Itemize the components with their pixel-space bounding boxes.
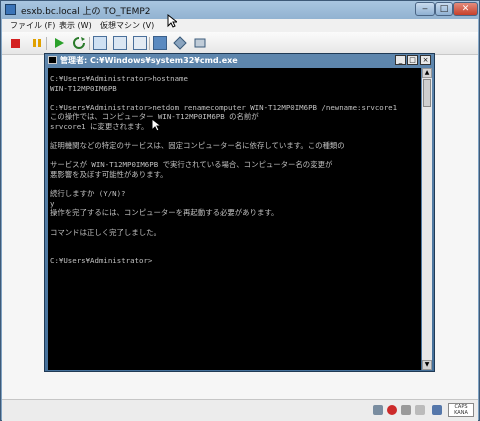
menu-view[interactable]: 表示 (W): [59, 20, 92, 31]
cmd-icon: [48, 56, 57, 64]
console-line: WIN-T12MP0IM6PB: [50, 83, 117, 93]
console-lines: C:¥Users¥Administrator>hostname WIN-T12MP…: [50, 74, 397, 266]
scroll-up-arrow-icon[interactable]: ▲: [422, 68, 432, 78]
console-line: 悪影響を及ぼす可能性があります。: [50, 169, 168, 179]
menu-bar: ファイル (F) 表示 (W) 仮想マシン (V): [2, 19, 478, 33]
vertical-scrollbar[interactable]: ▲ ▼: [422, 68, 432, 370]
console-line: C:¥Users¥Administrator>netdom renamecomp…: [50, 102, 398, 112]
reset-icon[interactable]: [72, 36, 86, 50]
play-icon[interactable]: [52, 36, 66, 50]
record-icon[interactable]: [387, 405, 397, 415]
lock-icon[interactable]: [401, 405, 411, 415]
console-line: 続行しますか (Y/N)?: [50, 189, 126, 199]
cmd-title: 管理者: C:¥Windows¥system32¥cmd.exe: [60, 56, 238, 65]
cmd-window: 管理者: C:¥Windows¥system32¥cmd.exe _ □ × C…: [44, 53, 435, 372]
menu-file[interactable]: ファイル (F): [10, 20, 55, 31]
toolbar: [2, 32, 478, 55]
toolbar-separator: [89, 37, 90, 50]
console-line: 証明機関などの特定のサービスは、固定コンピューター名に依存しています。この種類の: [50, 141, 345, 151]
vm-console-window: esxb.bc.local 上の TO_TEMP2 ‒ □ ✕ ファイル (F)…: [0, 0, 480, 421]
vm-console-app-icon: [5, 4, 16, 15]
cmd-close-button[interactable]: ×: [420, 55, 431, 65]
console-line: C:¥Users¥Administrator>: [50, 256, 153, 266]
cmd-minimize-button[interactable]: _: [395, 55, 406, 65]
console-line: この操作では、コンピューター WIN-T12MP0IM6PB の名前が: [50, 112, 259, 122]
scroll-down-arrow-icon[interactable]: ▼: [422, 360, 432, 370]
network-icon[interactable]: [193, 36, 207, 50]
console-line: コマンドは正しく完了しました。: [50, 227, 161, 237]
cmd-title-bar[interactable]: 管理者: C:¥Windows¥system32¥cmd.exe _ □ ×: [45, 54, 434, 67]
menu-vm[interactable]: 仮想マシン (V): [100, 20, 154, 31]
close-button[interactable]: ✕: [453, 2, 478, 16]
device-icon[interactable]: [373, 405, 383, 415]
console-output[interactable]: C:¥Users¥Administrator>hostname WIN-T12MP…: [48, 68, 421, 370]
cmd-maximize-button[interactable]: □: [407, 55, 418, 65]
console-line: 操作を完了するには、コンピューターを再起動する必要があります。: [50, 208, 279, 218]
title-bar[interactable]: esxb.bc.local 上の TO_TEMP2 ‒ □ ✕: [1, 1, 479, 19]
console-line: y: [50, 198, 55, 208]
network-status-icon[interactable]: [432, 405, 442, 415]
console-line: C:¥Users¥Administrator>hostname: [50, 74, 188, 83]
console-icon[interactable]: [153, 36, 167, 50]
ime-kana-label: KANA: [454, 410, 468, 416]
vm-settings-icon[interactable]: [173, 36, 187, 50]
snapshot-icon[interactable]: [93, 36, 107, 50]
mouse-cursor-icon: [151, 118, 161, 132]
ime-indicator[interactable]: CAPS KANA: [448, 403, 474, 417]
pause-icon[interactable]: [31, 36, 45, 50]
manage-snapshots-icon[interactable]: [133, 36, 147, 50]
usb-icon[interactable]: [415, 405, 425, 415]
revert-snapshot-icon[interactable]: [113, 36, 127, 50]
mouse-cursor-icon: [167, 14, 177, 28]
scroll-thumb[interactable]: [423, 79, 431, 107]
toolbar-separator: [46, 37, 47, 50]
status-bar: CAPS KANA: [2, 399, 478, 421]
console-line: サービスが WIN-T12MP0IM6PB で実行されている場合、コンピューター…: [50, 160, 333, 170]
minimize-button[interactable]: ‒: [415, 2, 435, 16]
console-line: srvcore1 に変更されます。: [50, 121, 149, 131]
maximize-button[interactable]: □: [435, 2, 453, 16]
stop-icon[interactable]: [11, 39, 20, 48]
window-title: esxb.bc.local 上の TO_TEMP2: [21, 7, 151, 17]
toolbar-separator: [149, 37, 150, 50]
